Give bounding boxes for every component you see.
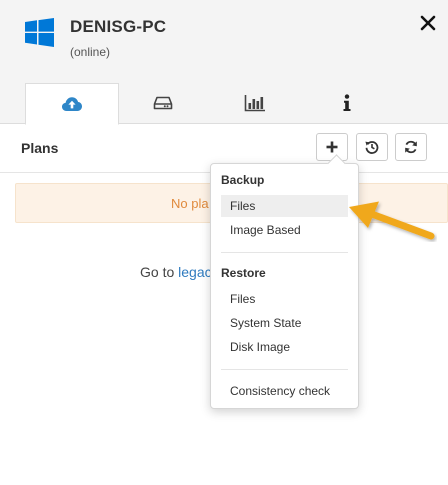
- menu-item-system-state[interactable]: System State: [221, 312, 348, 334]
- menu-item-image-based[interactable]: Image Based: [221, 219, 348, 241]
- device-panel: DENISG-PC (online) Plans No pla Go to le…: [0, 0, 448, 485]
- plus-icon: [326, 141, 338, 153]
- tab-drives[interactable]: [117, 83, 209, 123]
- menu-item-restore-files[interactable]: Files: [221, 288, 348, 310]
- refresh-icon: [405, 140, 417, 154]
- history-icon: [365, 141, 379, 154]
- add-plan-dropdown: Backup Files Image Based Restore Files S…: [210, 154, 359, 409]
- refresh-button[interactable]: [395, 133, 427, 161]
- menu-divider: [221, 252, 348, 253]
- tab-statistics[interactable]: [209, 83, 301, 123]
- close-icon[interactable]: [417, 12, 439, 34]
- menu-divider: [221, 369, 348, 370]
- info-icon: [343, 94, 351, 111]
- pointer-arrow-icon: [349, 201, 435, 240]
- bar-chart-icon: [244, 95, 265, 112]
- device-status: (online): [70, 45, 111, 59]
- cloud-upload-icon: [62, 97, 82, 111]
- no-plans-text: No pla: [171, 196, 209, 211]
- menu-item-disk-image[interactable]: Disk Image: [221, 336, 348, 358]
- tab-info[interactable]: [301, 83, 393, 123]
- device-name: DENISG-PC: [70, 17, 167, 36]
- history-button[interactable]: [356, 133, 388, 161]
- menu-item-consistency-check[interactable]: Consistency check: [221, 380, 348, 402]
- goto-prefix: Go to: [140, 264, 179, 280]
- restore-header: Restore: [221, 266, 266, 280]
- windows-logo-icon: [25, 18, 54, 47]
- menu-item-backup-files[interactable]: Files: [221, 195, 348, 217]
- plans-title: Plans: [21, 140, 59, 156]
- legacy-link[interactable]: legac: [178, 264, 211, 280]
- add-plan-button[interactable]: [316, 133, 348, 161]
- hard-drive-icon: [153, 96, 173, 110]
- goto-legacy-text: Go to legac: [140, 264, 212, 280]
- tab-backup[interactable]: [25, 83, 119, 125]
- backup-header: Backup: [221, 173, 265, 187]
